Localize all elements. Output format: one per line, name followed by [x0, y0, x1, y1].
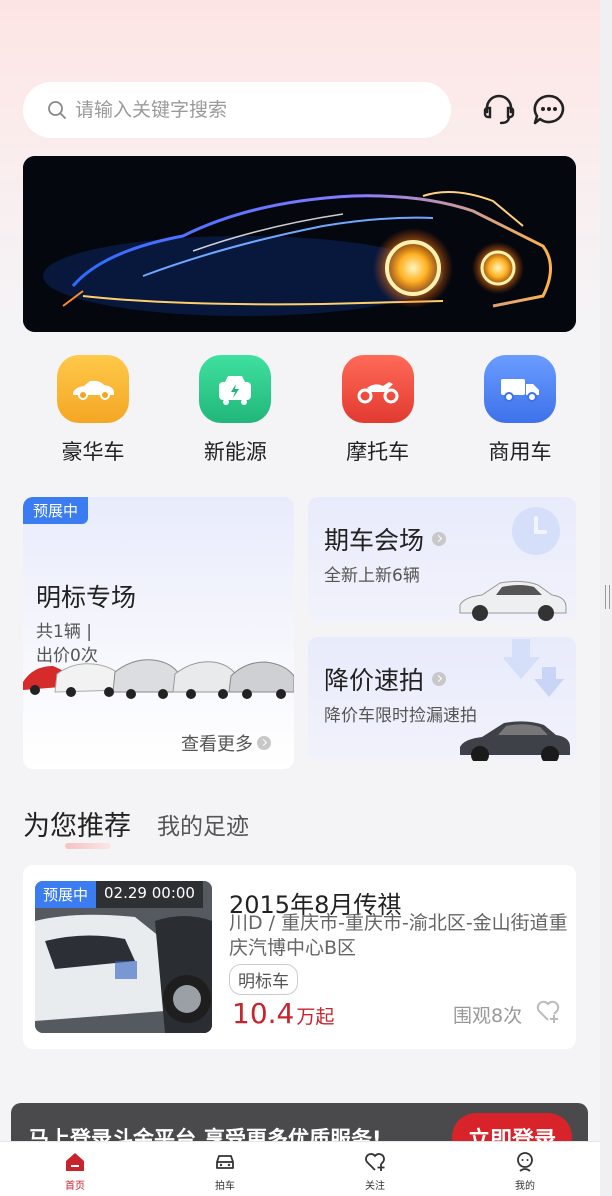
price-down-icon: [504, 639, 564, 697]
headset-icon[interactable]: [481, 92, 517, 128]
category-label: 商用车: [488, 440, 552, 464]
car-image: [460, 721, 570, 761]
chevron-right-icon: [257, 736, 271, 750]
scrollbar[interactable]: [600, 0, 612, 1196]
listing-price: 10.4 万起: [232, 997, 334, 1030]
bottom-tabbar: 首页 拍车 关注 我的: [0, 1141, 600, 1196]
tabbar-item-follow[interactable]: 关注: [300, 1142, 450, 1196]
tabbar-item-home[interactable]: 首页: [0, 1142, 150, 1196]
tabbar-label: 关注: [365, 1181, 385, 1192]
search-input[interactable]: [75, 99, 405, 121]
heart-plus-icon[interactable]: [535, 998, 561, 1024]
sports-car-icon: [57, 355, 129, 423]
recommend-tabs: 为您推荐 我的足迹: [23, 804, 249, 849]
tabbar-label: 拍车: [215, 1181, 235, 1192]
promo-card-title: 期车会场: [324, 521, 447, 557]
category-label: 新能源: [203, 440, 267, 464]
category-motorcycle[interactable]: 摩托车: [338, 355, 418, 466]
promo-title: 明标专场: [36, 583, 137, 612]
promo-card-price-drop[interactable]: 降价速拍 降价车限时捡漏速拍: [308, 637, 576, 761]
price-value: 10.4: [232, 997, 295, 1030]
tabbar-item-mine[interactable]: 我的: [450, 1142, 600, 1196]
promo-bids: 出价0次: [36, 646, 98, 666]
listing-location: 川D / 重庆市-重庆市-渝北区-金山街道重庆汽博中心B区: [229, 912, 568, 959]
chevron-right-icon: [432, 532, 447, 546]
home-icon: [66, 1153, 84, 1171]
sports-car-illustration: [23, 156, 576, 332]
promo-card-subtitle: 全新上新6辆: [324, 566, 420, 586]
category-row: 豪华车 新能源 摩托车 商用车: [23, 355, 576, 466]
see-more-label: 查看更多: [181, 734, 253, 755]
see-more-link[interactable]: 查看更多: [181, 730, 271, 756]
clock-icon: [512, 507, 560, 555]
price-unit: 万起: [296, 1006, 335, 1028]
tabbar-item-auction[interactable]: 拍车: [150, 1142, 300, 1196]
search-bar[interactable]: [23, 82, 451, 138]
chat-icon[interactable]: [531, 92, 567, 128]
user-icon: [517, 1152, 533, 1172]
listing-badges: 预展中 02.29 00:00: [35, 881, 203, 908]
category-label: 豪华车: [61, 440, 125, 464]
tabbar-label: 我的: [515, 1181, 535, 1192]
listing-image: 预展中 02.29 00:00: [35, 881, 212, 1033]
category-luxury[interactable]: 豪华车: [53, 355, 133, 466]
category-new-energy[interactable]: 新能源: [195, 355, 275, 466]
car-icon: [216, 1155, 234, 1169]
tab-history[interactable]: 我的足迹: [157, 807, 249, 843]
truck-icon: [483, 355, 556, 423]
listing-card[interactable]: 预展中 02.29 00:00 2015年8月传祺 川D / 重庆市-重庆市-渝…: [23, 865, 576, 1049]
tabbar-label: 首页: [65, 1181, 85, 1192]
chevron-right-icon: [432, 672, 447, 686]
car-image: [459, 580, 567, 621]
tab-recommend[interactable]: 为您推荐: [23, 804, 131, 849]
promo-card-futures[interactable]: 期车会场 全新上新6辆: [308, 497, 576, 621]
promo-card-subtitle: 降价车限时捡漏速拍: [324, 706, 477, 726]
listing-tag: 明标车: [229, 964, 298, 995]
view-count: 围观8次: [453, 1005, 523, 1027]
search-icon: [48, 101, 66, 119]
promo-stats: 共1辆 | 出价0次: [36, 620, 116, 668]
promo-card-title: 降价速拍: [324, 661, 447, 697]
promo-banner[interactable]: [23, 156, 576, 332]
category-label: 摩托车: [346, 440, 410, 464]
ev-charging-icon: [199, 355, 272, 423]
promo-count: 共1辆 |: [36, 622, 92, 642]
heart-plus-icon: [365, 1153, 385, 1171]
category-commercial[interactable]: 商用车: [480, 355, 560, 466]
status-badge: 预展中: [35, 881, 97, 908]
motorcycle-icon: [341, 355, 414, 423]
auction-time: 02.29 00:00: [96, 881, 203, 908]
status-badge: 预展中: [23, 497, 89, 524]
